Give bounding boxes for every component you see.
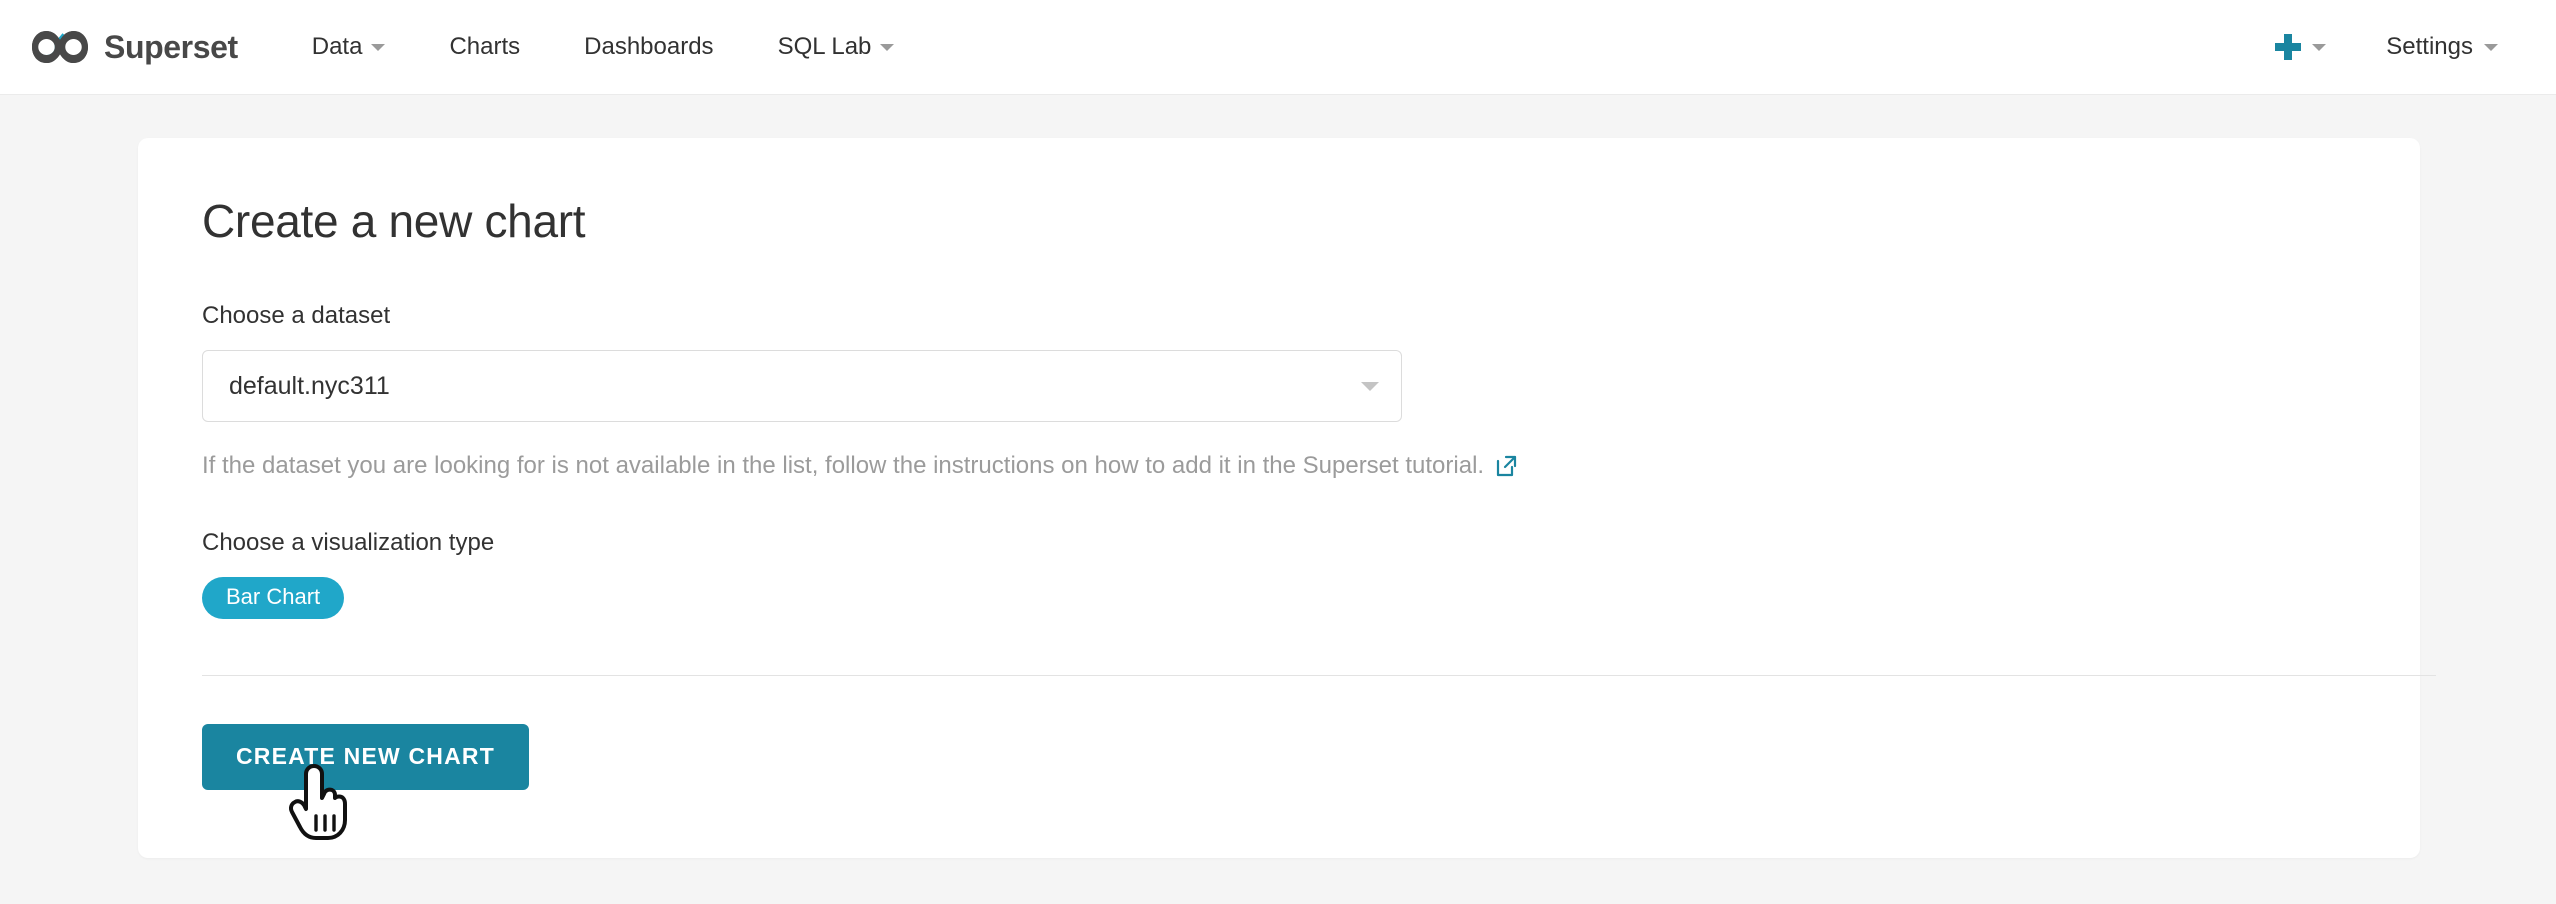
create-new-chart-button[interactable]: CREATE NEW CHART (202, 724, 529, 791)
nav-item-label: SQL Lab (777, 33, 872, 60)
section-divider (202, 675, 2436, 677)
chevron-down-icon (880, 43, 895, 51)
chevron-down-icon (1361, 381, 1379, 391)
primary-nav: Data Charts Dashboards SQL Lab (280, 33, 927, 61)
visualization-type-pill[interactable]: Bar Chart (202, 577, 345, 620)
dataset-helper-text: If the dataset you are looking for is no… (202, 450, 2356, 481)
plus-icon (2275, 34, 2302, 60)
new-item-button[interactable] (2249, 34, 2352, 60)
chevron-down-icon (2484, 43, 2498, 51)
brand-name: Superset (104, 28, 238, 65)
brand-logo-link[interactable]: Superset (30, 27, 238, 67)
settings-label: Settings (2386, 33, 2473, 60)
external-link-icon[interactable] (1494, 454, 1518, 478)
infinity-logo-icon (30, 27, 90, 67)
nav-item-label: Dashboards (584, 33, 714, 60)
dataset-label: Choose a dataset (202, 302, 391, 329)
chevron-down-icon (2312, 43, 2327, 51)
nav-item-sql-lab[interactable]: SQL Lab (746, 33, 927, 61)
nav-item-dashboards[interactable]: Dashboards (552, 33, 745, 61)
dataset-select[interactable]: default.nyc311 (202, 350, 1402, 422)
chevron-down-icon (371, 43, 386, 51)
nav-item-label: Data (311, 33, 363, 60)
page-title: Create a new chart (202, 195, 586, 247)
create-chart-card: Create a new chart Choose a dataset defa… (138, 138, 2436, 858)
dataset-select-value: default.nyc311 (229, 371, 390, 400)
nav-item-label: Charts (449, 33, 521, 60)
helper-text-label: If the dataset you are looking for is no… (202, 452, 1485, 479)
settings-menu[interactable]: Settings (2352, 33, 2516, 61)
nav-item-charts[interactable]: Charts (417, 33, 552, 61)
navbar-right-group: Settings (2249, 33, 2516, 61)
top-navbar: Superset Data Charts Dashboards SQL Lab … (0, 0, 2556, 95)
page-body: Create a new chart Choose a dataset defa… (0, 95, 2556, 858)
visualization-type-label: Choose a visualization type (202, 529, 495, 557)
nav-item-data[interactable]: Data (280, 33, 418, 61)
